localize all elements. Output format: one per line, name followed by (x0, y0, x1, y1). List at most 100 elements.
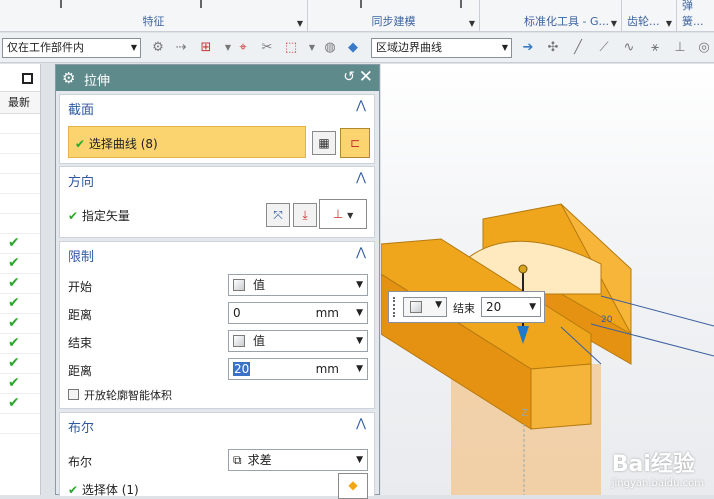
sketch-section-button[interactable]: ▦ (312, 131, 336, 155)
table-row[interactable] (0, 214, 40, 234)
select-body-row[interactable]: ✔ 选择体 (1) (68, 481, 139, 498)
limits-header[interactable]: 限制 ⋀ (60, 242, 374, 266)
collapse-icon[interactable]: ⋀ (356, 416, 366, 430)
reverse-direction-button[interactable]: ⤧ (266, 203, 290, 227)
end-option-mini-select[interactable]: ▼ (403, 297, 447, 317)
cube-icon (233, 335, 245, 347)
filter-scope-select[interactable]: 仅在工作部件内 ▼ (2, 38, 141, 58)
check-icon: ✔ (8, 255, 20, 271)
collapse-icon[interactable]: ⋀ (356, 170, 366, 184)
table-row[interactable]: ✔ (0, 394, 40, 414)
open-profile-label: 开放轮廓智能体积 (84, 389, 172, 402)
select-features-icon[interactable]: ✂ (259, 40, 275, 56)
chevron-down-icon: ▼ (356, 308, 363, 318)
ribbon-group-standard-tools[interactable]: 标准化工具 - G... ▼ (480, 0, 622, 32)
ribbon-group-spring[interactable]: 弹簧... (677, 0, 714, 32)
table-row[interactable] (0, 114, 40, 134)
table-row[interactable]: ✔ (0, 354, 40, 374)
curve-rule-select[interactable]: 区域边界曲线 ▼ (371, 38, 512, 58)
center-icon[interactable]: ◎ (696, 40, 712, 56)
table-row[interactable]: ✔ (0, 234, 40, 254)
curve-icon[interactable]: ∿ (621, 40, 637, 56)
mini-end-value: 20 (486, 300, 502, 314)
cube-icon (233, 279, 245, 291)
ribbon-group-sync-modeling[interactable]: 同步建模 ▼ (308, 0, 480, 32)
tangent-icon[interactable]: ⊥ (672, 40, 688, 56)
ribbon-group-label: 标准化工具 - G... (524, 15, 609, 28)
line-snap-icon[interactable]: ⟋ (596, 40, 612, 56)
snap-grid-icon[interactable]: ✣ (545, 40, 561, 56)
maximize-icon[interactable] (22, 73, 33, 84)
reset-icon[interactable]: ↺ (343, 69, 355, 85)
boolean-title: 布尔 (68, 421, 95, 436)
ribbon-group-feature[interactable]: 特征 ▼ (0, 0, 308, 32)
dimension-text[interactable]: 20 (601, 315, 613, 325)
z-axis-label: Z (521, 408, 528, 419)
start-option-select[interactable]: 值 ▼ (228, 274, 368, 296)
chevron-down-icon[interactable]: ▼ (611, 19, 617, 28)
mini-end-input[interactable]: 20 ▼ (481, 297, 541, 317)
dialog-titlebar: ⚙ 拉伸 ↺ ✕ (56, 65, 379, 91)
table-row[interactable] (0, 194, 40, 214)
table-row[interactable]: ✔ (0, 294, 40, 314)
chevron-down-icon[interactable]: ▼ (297, 19, 303, 28)
chevron-down-icon[interactable]: ▼ (666, 19, 672, 28)
table-row[interactable] (0, 414, 40, 434)
boolean-panel: 布尔 ⋀ 布尔 ⧉ 求差 ▼ ✔ 选择体 (1) ◆ (59, 412, 375, 499)
check-icon: ✔ (8, 335, 20, 351)
select-curve-row[interactable]: ✔ 选择曲线 (8) (68, 126, 306, 158)
rectangle-select-icon[interactable]: ⬚ (283, 40, 299, 56)
table-row[interactable] (0, 134, 40, 154)
table-row[interactable] (0, 154, 40, 174)
select-point-icon[interactable]: ⊞ (198, 40, 214, 56)
ribbon-group-label: 同步建模 (371, 15, 416, 28)
gear-icon[interactable]: ⚙ (62, 69, 75, 87)
select-intent-icon[interactable]: ⌖ (235, 40, 251, 56)
start-distance-input[interactable]: 0 mm ▼ (228, 302, 368, 324)
table-row[interactable]: ✔ (0, 274, 40, 294)
line-icon[interactable]: ╱ (570, 40, 586, 56)
chevron-down-icon[interactable]: ▼ (220, 40, 236, 56)
end-label: 结束 (68, 336, 93, 350)
vector-dialog-button[interactable]: ⤓ (293, 203, 317, 227)
drag-grip-icon[interactable] (393, 297, 397, 317)
open-profile-row[interactable]: 开放轮廓智能体积 (68, 387, 172, 403)
select-filter-icon[interactable]: ⇢ (173, 40, 189, 56)
direction-header[interactable]: 方向 ⋀ (60, 167, 374, 191)
table-row[interactable]: ✔ (0, 314, 40, 334)
snap-settings-icon[interactable]: ⚙ (150, 40, 166, 56)
model-svg[interactable]: 20 Z (381, 64, 714, 495)
arrow-right-icon[interactable]: ➔ (520, 40, 536, 56)
show-solid-icon[interactable]: ◍ (322, 40, 338, 56)
collapse-icon[interactable]: ⋀ (356, 245, 366, 259)
ribbon-group-gear[interactable]: 齿轮... ▼ (622, 0, 677, 32)
vector-type-select[interactable]: ⊥ ▼ (319, 199, 367, 229)
table-row[interactable]: ✔ (0, 334, 40, 354)
close-icon[interactable]: ✕ (359, 67, 373, 87)
table-row[interactable] (0, 174, 40, 194)
start-unit: mm (315, 306, 339, 320)
chevron-down-icon: ▼ (529, 302, 536, 312)
open-profile-checkbox[interactable] (68, 389, 79, 400)
end-option-select[interactable]: 值 ▼ (228, 330, 368, 352)
table-row[interactable]: ✔ (0, 254, 40, 274)
cube-icon[interactable]: ◆ (345, 40, 361, 56)
check-icon: ✔ (8, 355, 20, 371)
boolean-select[interactable]: ⧉ 求差 ▼ (228, 449, 368, 471)
chevron-down-icon: ▼ (356, 280, 363, 290)
boolean-header[interactable]: 布尔 ⋀ (60, 413, 374, 437)
end-distance-input[interactable]: 20 mm ▼ (228, 358, 368, 380)
drag-handle-ball[interactable] (518, 264, 528, 274)
curve-button[interactable]: ⊏ (340, 128, 370, 158)
graphics-viewport[interactable]: 20 Z ▼ 结束 20 ▼ Bai经验 jingyan.baidu.com (381, 64, 714, 495)
chevron-down-icon[interactable]: ▼ (304, 40, 320, 56)
table-row[interactable]: ✔ (0, 374, 40, 394)
select-curve-text: ✔ 选择曲线 (8) (75, 135, 158, 152)
collapse-icon[interactable]: ⋀ (356, 98, 366, 112)
chevron-down-icon: ▼ (435, 300, 442, 310)
select-body-button[interactable]: ◆ (338, 473, 368, 499)
section-header[interactable]: 截面 ⋀ (60, 95, 374, 119)
direction-title: 方向 (68, 175, 95, 190)
intersection-icon[interactable]: ⚹ (647, 40, 663, 56)
chevron-down-icon[interactable]: ▼ (469, 19, 475, 28)
